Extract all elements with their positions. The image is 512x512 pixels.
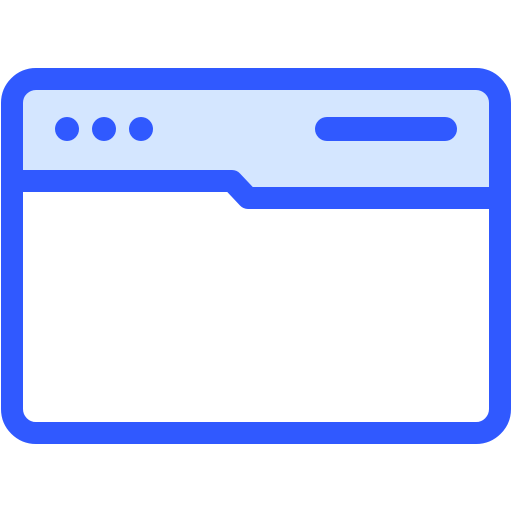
window-control-dot [55, 117, 79, 141]
content-area [12, 182, 500, 433]
window-control-dot [129, 117, 153, 141]
window-control-dot [92, 117, 116, 141]
icon-canvas [0, 0, 512, 512]
browser-window-icon [1, 68, 511, 444]
